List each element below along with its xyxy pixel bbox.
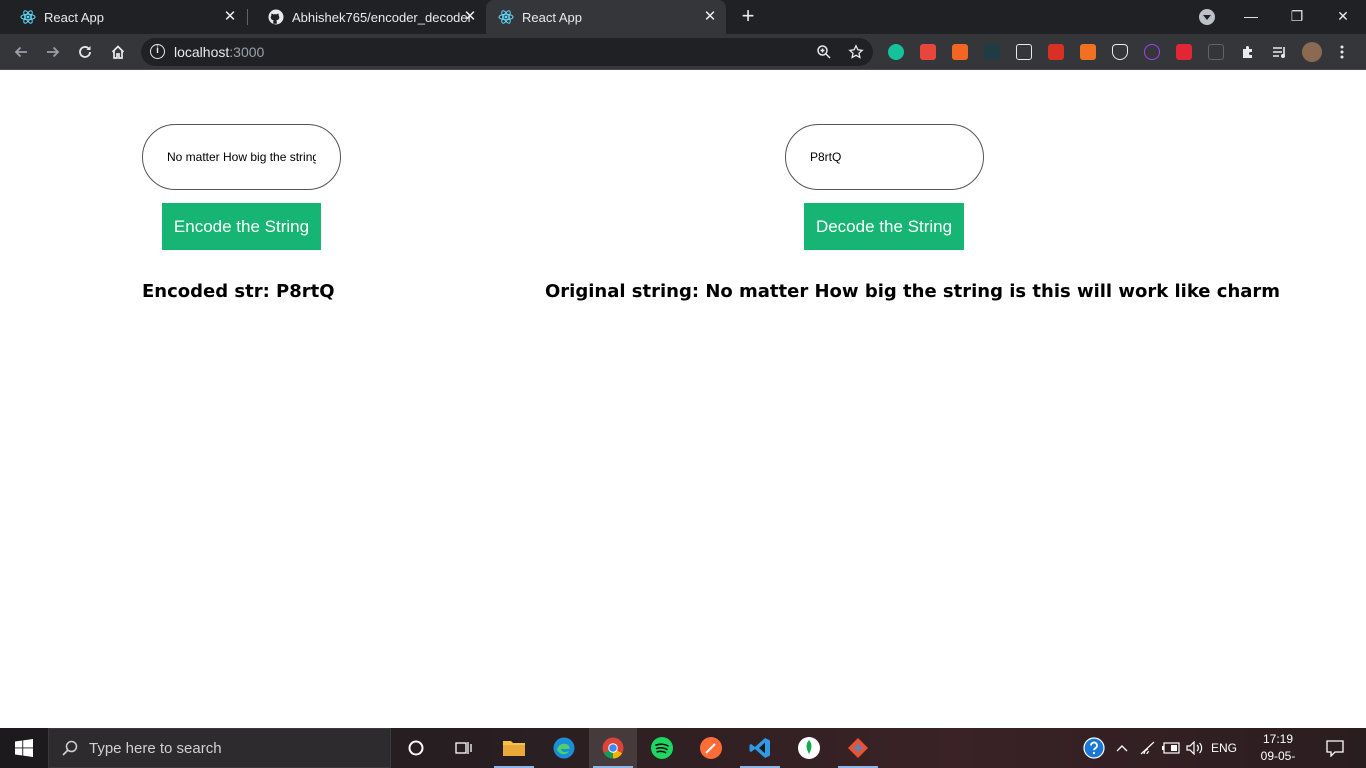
vscode-icon[interactable]: [736, 728, 784, 768]
taskbar-search-box[interactable]: Type here to search: [48, 728, 391, 768]
react-icon: [20, 9, 36, 25]
new-tab-button[interactable]: +: [737, 5, 759, 28]
forward-icon[interactable]: [40, 39, 66, 65]
browser-tab-github[interactable]: Abhishek765/encoder_decoder: E ✕: [248, 0, 486, 34]
decode-button[interactable]: Decode the String: [804, 203, 964, 250]
home-icon[interactable]: [105, 39, 131, 65]
restore-button[interactable]: ❐: [1274, 0, 1320, 34]
taskbar-search-placeholder: Type here to search: [89, 739, 222, 757]
grammarly-extension-icon[interactable]: [888, 44, 904, 60]
extension-off-icon[interactable]: [1080, 44, 1096, 60]
pocket-extension-icon[interactable]: [1112, 44, 1128, 60]
browser-toolbar: i localhost:3000: [0, 34, 1366, 70]
back-icon[interactable]: [8, 39, 34, 65]
chrome-icon[interactable]: [589, 728, 637, 768]
encode-button[interactable]: Encode the String: [162, 203, 321, 250]
extension-red-icon[interactable]: [920, 44, 936, 60]
windows-start-icon[interactable]: [0, 728, 48, 768]
postman-icon[interactable]: [687, 728, 735, 768]
browser-tab-react-app-active[interactable]: React App ✕: [486, 0, 726, 34]
react-icon: [498, 9, 514, 25]
tab-search-icon[interactable]: [1199, 9, 1215, 25]
tab-title: React App: [44, 9, 104, 25]
extension-grey-icon[interactable]: [1208, 44, 1224, 60]
browser-menu-icon[interactable]: [1340, 44, 1344, 60]
extension-box-icon[interactable]: [1016, 44, 1032, 60]
taskbar-clock[interactable]: 17:19 09-05-2021: [1248, 731, 1308, 768]
tab-title: React App: [522, 9, 582, 25]
bookmark-star-icon[interactable]: [848, 44, 864, 60]
extensions-puzzle-icon[interactable]: [1240, 44, 1256, 60]
profile-avatar[interactable]: [1302, 42, 1322, 62]
site-info-icon[interactable]: i: [150, 44, 165, 59]
volume-icon[interactable]: [1184, 728, 1206, 768]
address-bar[interactable]: i localhost:3000: [141, 38, 873, 66]
help-icon[interactable]: [1082, 728, 1106, 768]
search-icon: [61, 739, 79, 757]
extension-purple-icon[interactable]: [1144, 44, 1160, 60]
close-window-button[interactable]: ✕: [1320, 0, 1366, 34]
decode-input[interactable]: [785, 124, 984, 190]
encode-input[interactable]: [142, 124, 341, 190]
tab-close-icon[interactable]: ✕: [702, 9, 718, 25]
edge-icon[interactable]: [540, 728, 588, 768]
notifications-icon[interactable]: [1320, 728, 1350, 768]
tab-title: Abhishek765/encoder_decoder: E: [292, 9, 470, 25]
file-explorer-icon[interactable]: [490, 728, 538, 768]
git-gui-icon[interactable]: [834, 728, 882, 768]
spotify-icon[interactable]: [638, 728, 686, 768]
extension-m-icon[interactable]: [984, 44, 1000, 60]
wifi-icon[interactable]: [1138, 728, 1158, 768]
windows-taskbar: Type here to search ENG 17:19 09-05-: [0, 728, 1366, 768]
browser-tab-strip: React App ✕ Abhishek765/encoder_decoder:…: [0, 0, 1366, 34]
app-page: Encode the String Encoded str: P8rtQ Dec…: [0, 71, 1366, 728]
url-text: localhost:3000: [174, 44, 265, 60]
tab-close-icon[interactable]: ✕: [462, 9, 478, 25]
decoded-result: Original string: No matter How big the s…: [545, 281, 1281, 302]
zoom-icon[interactable]: [816, 44, 832, 60]
tab-close-icon[interactable]: ✕: [222, 9, 238, 25]
browser-tab-react-app-1[interactable]: React App ✕: [0, 0, 246, 34]
extension-orange-icon[interactable]: [952, 44, 968, 60]
minimize-button[interactable]: —: [1228, 0, 1274, 34]
reload-icon[interactable]: [72, 39, 98, 65]
extension-play-icon[interactable]: [1176, 44, 1192, 60]
task-view-icon[interactable]: [440, 728, 488, 768]
chevron-up-icon[interactable]: [1114, 728, 1130, 768]
encoded-result: Encoded str: P8rtQ: [142, 281, 335, 302]
github-icon: [268, 9, 284, 25]
extension-puzzle-red-icon[interactable]: [1048, 44, 1064, 60]
media-queue-icon[interactable]: [1272, 44, 1288, 60]
clock-time: 17:19: [1262, 732, 1294, 746]
battery-icon[interactable]: [1160, 728, 1182, 768]
cortana-icon[interactable]: [392, 728, 440, 768]
mongodb-compass-icon[interactable]: [785, 728, 833, 768]
language-indicator[interactable]: ENG: [1208, 728, 1240, 768]
clock-date: 09-05-2021: [1260, 749, 1296, 768]
